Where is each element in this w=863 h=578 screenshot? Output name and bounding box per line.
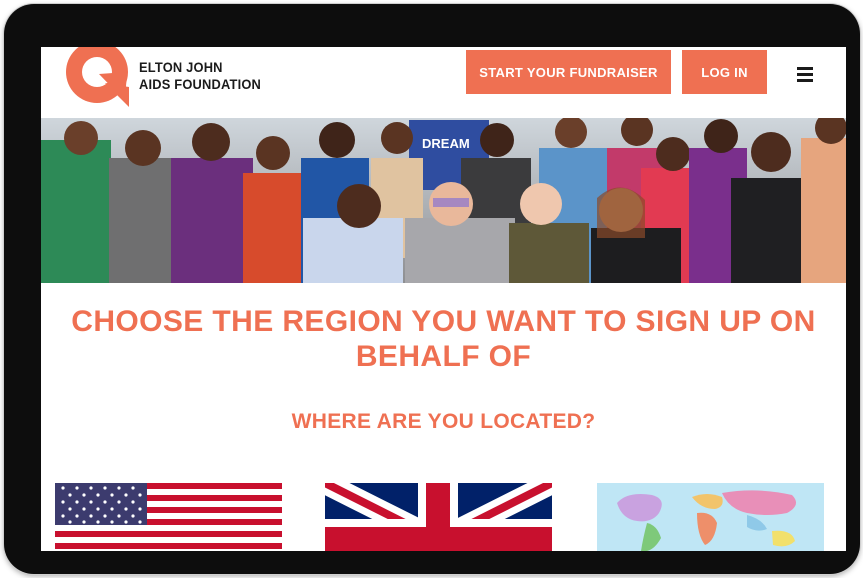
world-map-icon (597, 483, 824, 551)
foundation-name-line1: ELTON JOHN (139, 59, 223, 75)
login-button[interactable]: LOG IN (682, 50, 767, 94)
page-subtitle: WHERE ARE YOU LOCATED? (291, 410, 596, 433)
hero-photo-image: DREAM (41, 118, 846, 283)
region-uk-option[interactable] (325, 483, 552, 551)
page-title: CHOOSE THE REGION YOU WANT TO SIGN UP ON… (41, 304, 846, 374)
foundation-name-line2: AIDS FOUNDATION (139, 76, 262, 92)
foundation-name[interactable]: ELTON JOHN AIDS FOUNDATION (139, 59, 261, 93)
region-international-option[interactable] (597, 483, 824, 551)
page-title-text: CHOOSE THE REGION YOU WANT TO SIGN UP ON… (71, 305, 816, 373)
hero-banner-text: DREAM (422, 136, 470, 151)
site-header: ELTON JOHN AIDS FOUNDATION START YOUR FU… (41, 47, 846, 118)
hamburger-menu-icon[interactable] (797, 67, 813, 82)
foundation-logo-icon[interactable] (65, 47, 131, 109)
browser-viewport: ELTON JOHN AIDS FOUNDATION START YOUR FU… (41, 47, 846, 551)
uk-flag-icon (325, 483, 552, 551)
us-flag-icon (55, 483, 282, 551)
start-fundraiser-button[interactable]: START YOUR FUNDRAISER (466, 50, 671, 94)
tablet-frame: ELTON JOHN AIDS FOUNDATION START YOUR FU… (4, 4, 860, 574)
region-usa-option[interactable] (55, 483, 282, 551)
hero-group-photo: DREAM (41, 118, 846, 283)
